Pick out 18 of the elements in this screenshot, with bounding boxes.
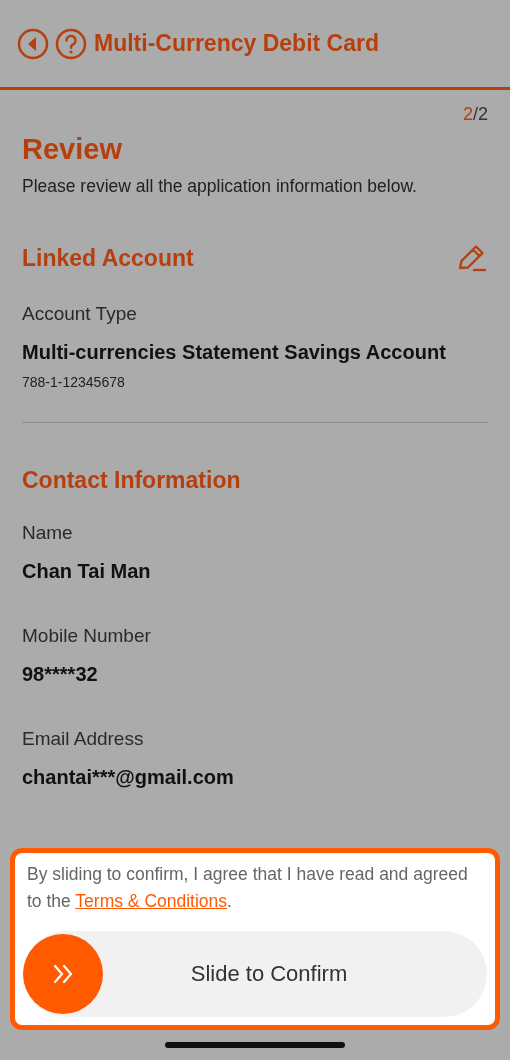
field-label: Account Type xyxy=(22,303,138,325)
field-label: Email Address xyxy=(22,728,145,750)
page-title: Multi-Currency Debit Card xyxy=(94,30,379,57)
field-label: Name xyxy=(22,522,74,544)
field-value: Multi-currencies Statement Savings Account xyxy=(22,341,447,364)
field-value: chantai***@gmail.com xyxy=(22,766,235,789)
field-label: Mobile Number xyxy=(22,625,152,647)
help-icon[interactable] xyxy=(54,26,88,61)
field-value: 98****32 xyxy=(22,663,99,686)
account-number: 788-1-12345678 xyxy=(22,374,126,390)
step-counter: 2/2 xyxy=(461,104,488,125)
back-icon[interactable] xyxy=(16,26,50,61)
section-title: Contact Information xyxy=(22,467,241,494)
agreement-text: By sliding to confirm, I agree that I have read and agreed to the Terms & Conditions. xyxy=(27,862,469,913)
section-title: Linked Account xyxy=(22,244,194,272)
review-title: Review xyxy=(22,133,123,166)
field-value: Chan Tai Man xyxy=(22,560,152,583)
review-subtitle: Please review all the application information below. xyxy=(22,176,418,197)
